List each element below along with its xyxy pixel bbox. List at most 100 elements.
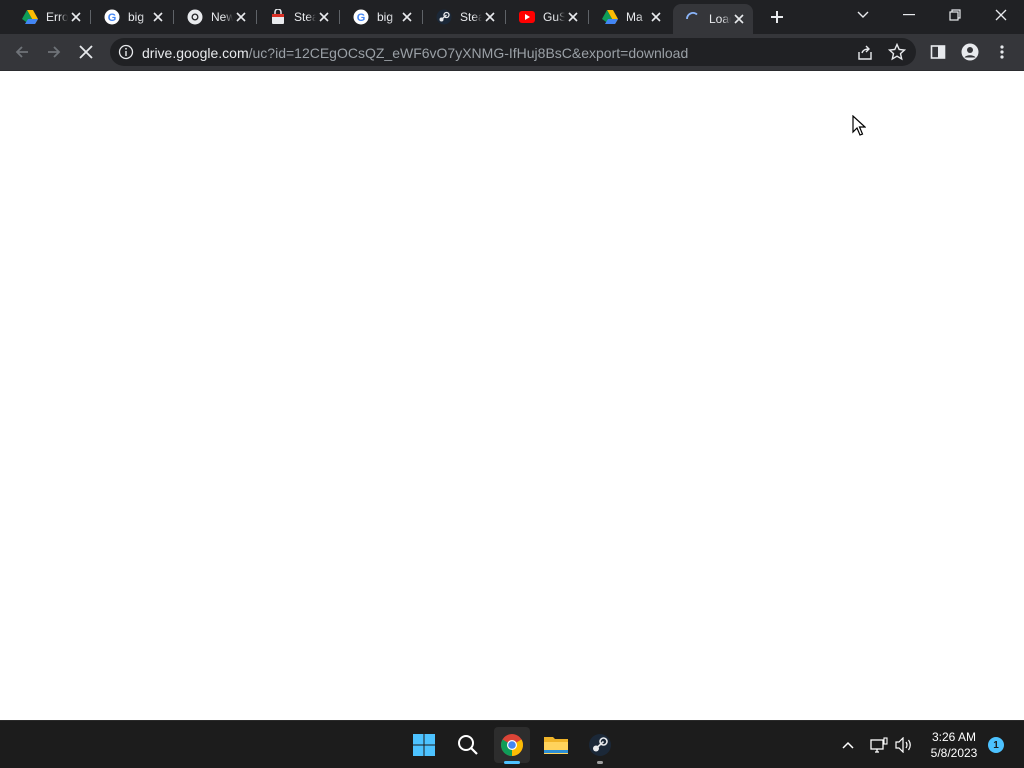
tab-error[interactable]: Error (10, 4, 90, 30)
loading-spinner-icon (685, 11, 701, 27)
profile-icon (961, 43, 979, 61)
tab-title: Steam (294, 10, 316, 24)
browser-toolbar: drive.google.com/uc?id=12CEgOCsQZ_eWF6vO… (0, 34, 1024, 71)
google-drive-icon (22, 9, 38, 25)
google-drive-icon (602, 9, 618, 25)
svg-text:G: G (108, 12, 117, 24)
tab-separator (505, 10, 506, 24)
close-icon (995, 9, 1007, 21)
plus-icon (771, 11, 783, 23)
tab-title: Steam (460, 10, 482, 24)
google-g-icon: G (104, 9, 120, 25)
tab-strip: Error G big New Steam G big (0, 0, 1024, 34)
start-button[interactable] (406, 727, 442, 763)
tab-separator (588, 10, 589, 24)
new-tab-button[interactable] (767, 7, 787, 27)
tab-separator (90, 10, 91, 24)
side-panel-button[interactable] (924, 38, 952, 66)
search-icon (458, 735, 478, 755)
share-icon[interactable] (856, 44, 874, 62)
tab-big-1[interactable]: G big (92, 4, 172, 30)
url-path: /uc?id=12CEgOCsQZ_eWF6vO7yXNMG-IfHuj8BsC… (248, 45, 689, 61)
show-hidden-icons-button[interactable] (838, 735, 858, 755)
menu-button[interactable] (988, 38, 1016, 66)
tab-separator (173, 10, 174, 24)
minimize-icon (903, 14, 915, 16)
tab-drive[interactable]: Ma (590, 4, 670, 30)
address-bar[interactable]: drive.google.com/uc?id=12CEgOCsQZ_eWF6vO… (110, 38, 916, 66)
close-icon[interactable] (316, 9, 332, 25)
network-button[interactable] (869, 735, 889, 755)
tab-title: New (211, 10, 233, 24)
profile-button[interactable] (956, 38, 984, 66)
chevron-up-icon (842, 741, 854, 749)
mouse-cursor-icon (852, 115, 866, 136)
network-icon (870, 737, 888, 753)
tab-title: Error (46, 10, 68, 24)
chrome-icon (501, 734, 523, 756)
youtube-icon (519, 9, 535, 25)
close-window-button[interactable] (978, 0, 1024, 30)
restore-button[interactable] (932, 0, 978, 30)
taskbar-file-explorer[interactable] (538, 727, 574, 763)
tab-separator (256, 10, 257, 24)
tab-steam-store[interactable]: Steam (258, 4, 338, 30)
tab-separator (422, 10, 423, 24)
close-icon[interactable] (565, 9, 581, 25)
close-icon[interactable] (68, 9, 84, 25)
steam-store-icon (270, 9, 286, 25)
taskbar-steam[interactable] (582, 727, 618, 764)
svg-text:G: G (357, 12, 366, 24)
info-icon[interactable] (118, 44, 134, 60)
side-panel-icon (930, 45, 946, 59)
active-indicator (504, 761, 520, 764)
tab-steam[interactable]: Steam (424, 4, 504, 30)
stop-loading-button[interactable] (72, 38, 100, 66)
clock-time: 3:26 AM (931, 730, 977, 744)
chevron-down-icon (857, 11, 869, 18)
taskbar-chrome[interactable] (494, 727, 530, 764)
tab-search-button[interactable] (840, 0, 886, 30)
tab-title: big (128, 10, 145, 24)
file-explorer-icon (544, 737, 568, 754)
close-icon[interactable] (233, 9, 249, 25)
google-g-icon: G (353, 9, 369, 25)
restore-icon (949, 9, 961, 21)
tab-new[interactable]: New (175, 4, 255, 30)
tab-loading-active[interactable]: Loading (673, 4, 753, 34)
tab-big-2[interactable]: G big (341, 4, 421, 30)
clock[interactable]: 3:26 AM 5/8/2023 (922, 729, 986, 761)
running-indicator (597, 761, 603, 764)
tab-youtube[interactable]: GuS (507, 4, 587, 30)
minimize-button[interactable] (886, 0, 932, 30)
arrow-right-icon (48, 46, 61, 58)
taskbar: 3:26 AM 5/8/2023 1 (0, 720, 1024, 768)
volume-icon (895, 737, 911, 753)
arrow-left-icon (15, 46, 28, 58)
url-host: drive.google.com (142, 45, 249, 61)
taskbar-search-button[interactable] (450, 727, 486, 763)
page-content (0, 71, 1024, 720)
steam-icon (436, 9, 452, 25)
forward-button[interactable] (40, 38, 68, 66)
tab-title: Loading (709, 12, 731, 26)
close-icon[interactable] (482, 9, 498, 25)
url-text: drive.google.com/uc?id=12CEgOCsQZ_eWF6vO… (142, 45, 688, 61)
close-icon[interactable] (150, 9, 166, 25)
tab-title: GuS (543, 10, 565, 24)
notification-badge[interactable]: 1 (988, 737, 1004, 753)
tab-title: Ma (626, 10, 643, 24)
close-icon[interactable] (731, 11, 747, 27)
close-icon[interactable] (648, 9, 664, 25)
stop-icon (79, 45, 93, 59)
windows-start-icon (413, 734, 435, 756)
back-button[interactable] (8, 38, 36, 66)
bookmark-star-icon[interactable] (888, 43, 906, 61)
chrome-icon (187, 9, 203, 25)
volume-button[interactable] (894, 735, 914, 755)
more-vert-icon (1000, 45, 1004, 59)
tab-separator (339, 10, 340, 24)
tab-title: big (377, 10, 394, 24)
close-icon[interactable] (399, 9, 415, 25)
clock-date: 5/8/2023 (930, 746, 978, 760)
